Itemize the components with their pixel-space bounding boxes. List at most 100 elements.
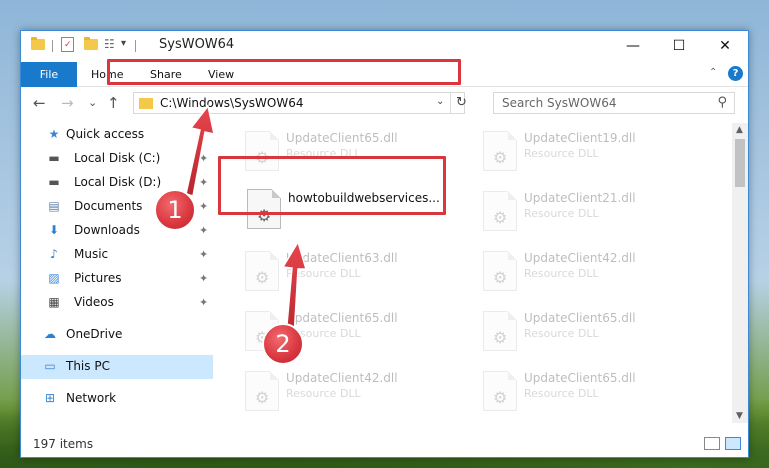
callout-step-2: 2 <box>262 323 304 365</box>
sidebar-item-pictures[interactable]: ▨ Pictures ✦ <box>21 267 213 291</box>
scroll-up-icon[interactable]: ▲ <box>736 125 743 135</box>
item-count: 197 items <box>33 437 94 451</box>
file-name: UpdateClient65.dll <box>286 311 398 325</box>
downloads-icon: ⬇ <box>48 223 60 237</box>
navigation-pane: ★ Quick access ▬ Local Disk (C:) ✦ ▬ Loc… <box>21 123 213 423</box>
file-type: Resource DLL <box>524 387 599 400</box>
dll-file-icon: ⚙ <box>483 251 517 291</box>
large-icons-view-icon[interactable] <box>725 437 741 450</box>
file-type: Resource DLL <box>286 267 361 280</box>
tab-file[interactable]: File <box>21 62 77 87</box>
pin-icon[interactable]: ✦ <box>199 248 208 261</box>
help-icon[interactable]: ? <box>728 66 743 81</box>
sidebar-item-this-pc[interactable]: ▭ This PC <box>21 355 213 379</box>
maximize-button[interactable]: ☐ <box>656 31 702 62</box>
scroll-thumb[interactable] <box>735 139 745 187</box>
back-button[interactable]: ← <box>33 94 46 112</box>
sidebar-item-network[interactable]: ⊞ Network <box>21 387 213 411</box>
sidebar-item-label: Local Disk (C:) <box>74 151 161 165</box>
status-bar: 197 items <box>21 431 748 457</box>
window-title: SysWOW64 <box>159 37 235 52</box>
title-bar: ✓ ☷ ▾ SysWOW64 — ☐ ✕ <box>21 31 748 62</box>
drive-icon: ▬ <box>48 151 60 165</box>
file-name: UpdateClient42.dll <box>524 251 636 265</box>
file-item[interactable]: ⚙ UpdateClient42.dll Resource DLL <box>239 365 469 420</box>
file-item[interactable]: ⚙ UpdateClient63.dll Resource DLL <box>239 245 469 300</box>
file-name: UpdateClient21.dll <box>524 191 636 205</box>
search-icon[interactable]: ⚲ <box>717 95 727 110</box>
pictures-icon: ▨ <box>48 271 60 285</box>
sidebar-item-label: Pictures <box>74 271 122 285</box>
close-button[interactable]: ✕ <box>702 31 748 62</box>
forward-button[interactable]: → <box>61 94 74 112</box>
separator <box>135 40 136 52</box>
dll-file-icon: ⚙ <box>483 311 517 351</box>
separator <box>52 40 53 52</box>
sidebar-item-videos[interactable]: ▦ Videos ✦ <box>21 291 213 315</box>
pin-icon[interactable]: ✦ <box>199 296 208 309</box>
search-box[interactable]: Search SysWOW64 ⚲ <box>493 92 735 114</box>
sidebar-item-label: Quick access <box>66 127 145 141</box>
file-item[interactable]: ⚙ UpdateClient65.dll Resource DLL <box>477 305 707 360</box>
address-bar[interactable]: C:\Windows\SysWOW64 ⌄ ↻ <box>133 92 467 114</box>
collapse-ribbon-icon[interactable]: ⌃ <box>709 67 717 78</box>
details-view-icon[interactable] <box>704 437 720 450</box>
up-button[interactable]: ↑ <box>107 94 120 112</box>
pin-icon[interactable]: ✦ <box>199 272 208 285</box>
cloud-icon: ☁ <box>44 327 56 341</box>
file-name: UpdateClient42.dll <box>286 371 398 385</box>
star-icon: ★ <box>48 127 60 141</box>
sidebar-item-label: Downloads <box>74 223 140 237</box>
drive-icon: ▬ <box>48 175 60 189</box>
dll-file-icon: ⚙ <box>483 191 517 231</box>
pin-icon[interactable]: ✦ <box>199 224 208 237</box>
sidebar-item-music[interactable]: ♪ Music ✦ <box>21 243 213 267</box>
vertical-scrollbar[interactable]: ▲ ▼ <box>732 123 748 423</box>
file-highlight <box>218 156 446 215</box>
file-item[interactable]: ⚙ UpdateClient42.dll Resource DLL <box>477 245 707 300</box>
minimize-button[interactable]: — <box>610 31 656 62</box>
address-path[interactable]: C:\Windows\SysWOW64 <box>160 96 304 110</box>
file-type: Resource DLL <box>286 387 361 400</box>
address-dropdown-icon[interactable]: ⌄ <box>436 96 444 107</box>
pin-icon[interactable]: ✦ <box>199 200 208 213</box>
search-input[interactable]: Search SysWOW64 <box>502 96 616 110</box>
videos-icon: ▦ <box>48 295 60 309</box>
navigation-bar: ← → ⌄ ↑ C:\Windows\SysWOW64 ⌄ ↻ Search S… <box>21 88 748 118</box>
dll-file-icon: ⚙ <box>245 371 279 411</box>
pin-icon[interactable]: ✦ <box>199 152 208 165</box>
sidebar-item-onedrive[interactable]: ☁ OneDrive <box>21 323 213 347</box>
sidebar-item-label: Local Disk (D:) <box>74 175 162 189</box>
file-type: Resource DLL <box>524 267 599 280</box>
documents-icon: ▤ <box>48 199 60 213</box>
file-item[interactable]: ⚙ UpdateClient21.dll Resource DLL <box>477 185 707 240</box>
computer-icon: ▭ <box>44 359 56 373</box>
folder-icon <box>139 98 153 109</box>
recent-locations-button[interactable]: ⌄ <box>88 96 97 109</box>
file-name: UpdateClient65.dll <box>524 311 636 325</box>
file-name: UpdateClient65.dll <box>286 131 398 145</box>
sidebar-item-local-disk-c[interactable]: ▬ Local Disk (C:) ✦ <box>21 147 213 171</box>
sidebar-item-quick-access[interactable]: ★ Quick access <box>21 123 213 147</box>
quick-access-dropdown-icon[interactable]: ▾ <box>121 38 126 50</box>
refresh-icon[interactable]: ↻ <box>456 95 467 110</box>
file-name: UpdateClient65.dll <box>524 371 636 385</box>
new-folder-icon[interactable] <box>84 37 98 50</box>
scroll-down-icon[interactable]: ▼ <box>736 411 743 421</box>
file-item[interactable]: ⚙ UpdateClient19.dll Resource DLL <box>477 125 707 180</box>
network-icon: ⊞ <box>44 391 56 405</box>
sidebar-item-label: This PC <box>66 359 110 373</box>
file-type: Resource DLL <box>524 327 599 340</box>
dll-file-icon: ⚙ <box>245 251 279 291</box>
file-type: Resource DLL <box>524 207 599 220</box>
file-name: UpdateClient19.dll <box>524 131 636 145</box>
properties-icon[interactable]: ✓ <box>61 37 74 52</box>
pin-icon[interactable]: ✦ <box>199 176 208 189</box>
folder-icon <box>31 37 45 50</box>
customize-icon[interactable]: ☷ <box>104 38 115 50</box>
sidebar-item-label: Documents <box>74 199 143 213</box>
sidebar-item-label: Music <box>74 247 109 261</box>
file-explorer-window: ✓ ☷ ▾ SysWOW64 — ☐ ✕ File Home Share Vie… <box>20 30 749 458</box>
file-item[interactable]: ⚙ UpdateClient65.dll Resource DLL <box>477 365 707 420</box>
address-bar-highlight <box>107 59 461 85</box>
